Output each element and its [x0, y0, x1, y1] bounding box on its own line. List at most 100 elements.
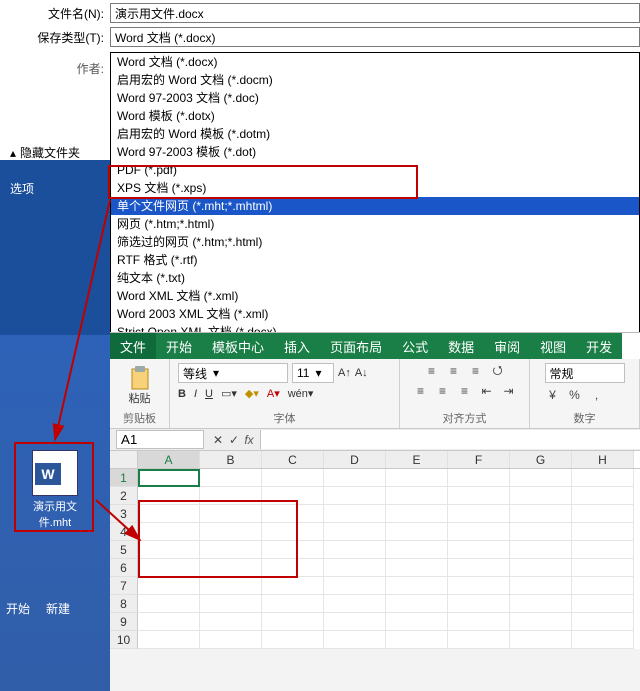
indent-dec-icon[interactable]: ⇤: [479, 383, 495, 399]
cell[interactable]: [448, 541, 510, 559]
filetype-option[interactable]: Word 模板 (*.dotx): [111, 107, 639, 125]
sidebar-item-options[interactable]: 选项: [0, 174, 110, 203]
taskbar-start[interactable]: 开始: [6, 600, 30, 617]
ribbon-tab[interactable]: 数据: [438, 333, 484, 359]
cell[interactable]: [448, 577, 510, 595]
bold-button[interactable]: B: [178, 388, 186, 400]
cell[interactable]: [262, 523, 324, 541]
align-right-icon[interactable]: ≡: [457, 383, 473, 399]
cell[interactable]: [510, 631, 572, 649]
filetype-option[interactable]: 启用宏的 Word 文档 (*.docm): [111, 71, 639, 89]
cell[interactable]: [200, 631, 262, 649]
filename-input[interactable]: [110, 3, 640, 23]
cell[interactable]: [572, 559, 634, 577]
cell[interactable]: [386, 631, 448, 649]
confirm-icon[interactable]: ✓: [226, 432, 242, 448]
row-header[interactable]: 5: [110, 541, 138, 559]
column-header[interactable]: E: [386, 451, 448, 468]
cell[interactable]: [324, 613, 386, 631]
cell[interactable]: [200, 541, 262, 559]
font-color-button[interactable]: A▾: [267, 387, 280, 400]
cell[interactable]: [200, 505, 262, 523]
cell[interactable]: [510, 505, 572, 523]
filetype-option[interactable]: PDF (*.pdf): [111, 161, 639, 179]
row-header[interactable]: 9: [110, 613, 138, 631]
cell[interactable]: [200, 559, 262, 577]
column-header[interactable]: H: [572, 451, 634, 468]
cell[interactable]: [262, 541, 324, 559]
cell[interactable]: [138, 613, 200, 631]
ribbon-tab[interactable]: 文件: [110, 333, 156, 359]
taskbar-new[interactable]: 新建: [46, 600, 70, 617]
cell[interactable]: [138, 487, 200, 505]
cell[interactable]: [138, 577, 200, 595]
ribbon-tab[interactable]: 视图: [530, 333, 576, 359]
column-header[interactable]: G: [510, 451, 572, 468]
cell[interactable]: [138, 469, 200, 487]
cell[interactable]: [200, 469, 262, 487]
cell[interactable]: [386, 469, 448, 487]
cell[interactable]: [448, 487, 510, 505]
filetype-combo[interactable]: Word 文档 (*.docx): [110, 27, 640, 47]
cell[interactable]: [324, 469, 386, 487]
cell[interactable]: [386, 559, 448, 577]
row-header[interactable]: 2: [110, 487, 138, 505]
cell[interactable]: [386, 487, 448, 505]
cell[interactable]: [138, 631, 200, 649]
cell[interactable]: [572, 595, 634, 613]
column-header[interactable]: B: [200, 451, 262, 468]
cell[interactable]: [510, 595, 572, 613]
ribbon-tab[interactable]: 页面布局: [320, 333, 392, 359]
filetype-option[interactable]: 启用宏的 Word 模板 (*.dotm): [111, 125, 639, 143]
currency-icon[interactable]: ¥: [545, 387, 561, 403]
cell[interactable]: [138, 523, 200, 541]
cell[interactable]: [386, 523, 448, 541]
comma-icon[interactable]: ,: [589, 387, 605, 403]
cell[interactable]: [386, 505, 448, 523]
cell[interactable]: [324, 595, 386, 613]
column-header[interactable]: C: [262, 451, 324, 468]
column-header[interactable]: A: [138, 451, 200, 468]
cell[interactable]: [200, 487, 262, 505]
row-header[interactable]: 7: [110, 577, 138, 595]
cell[interactable]: [200, 595, 262, 613]
row-header[interactable]: 3: [110, 505, 138, 523]
name-box[interactable]: [116, 430, 204, 449]
fx-icon[interactable]: fx: [242, 433, 256, 447]
spreadsheet-grid[interactable]: ABCDEFGH 12345678910: [110, 451, 640, 649]
filetype-option[interactable]: XPS 文档 (*.xps): [111, 179, 639, 197]
cell[interactable]: [324, 523, 386, 541]
phonetic-button[interactable]: wén▾: [288, 387, 314, 400]
cell[interactable]: [572, 613, 634, 631]
filetype-option[interactable]: RTF 格式 (*.rtf): [111, 251, 639, 269]
filetype-option[interactable]: 筛选过的网页 (*.htm;*.html): [111, 233, 639, 251]
cell[interactable]: [572, 577, 634, 595]
row-header[interactable]: 10: [110, 631, 138, 649]
cell[interactable]: [138, 541, 200, 559]
cell[interactable]: [510, 487, 572, 505]
column-header[interactable]: D: [324, 451, 386, 468]
font-size-select[interactable]: 11▾: [292, 363, 334, 383]
cell[interactable]: [572, 523, 634, 541]
align-left-icon[interactable]: ≡: [413, 383, 429, 399]
cell[interactable]: [386, 595, 448, 613]
cell[interactable]: [572, 469, 634, 487]
cell[interactable]: [448, 613, 510, 631]
paste-button[interactable]: 粘贴: [123, 366, 157, 406]
cell[interactable]: [138, 505, 200, 523]
cell[interactable]: [448, 559, 510, 577]
cell[interactable]: [262, 505, 324, 523]
row-header[interactable]: 8: [110, 595, 138, 613]
cell[interactable]: [510, 523, 572, 541]
cell[interactable]: [386, 577, 448, 595]
indent-inc-icon[interactable]: ⇥: [501, 383, 517, 399]
align-middle-icon[interactable]: ≡: [446, 363, 462, 379]
cell[interactable]: [448, 469, 510, 487]
orientation-icon[interactable]: ⭯: [490, 363, 506, 379]
cell[interactable]: [510, 541, 572, 559]
ribbon-tab[interactable]: 插入: [274, 333, 320, 359]
cell[interactable]: [200, 523, 262, 541]
cell[interactable]: [448, 505, 510, 523]
cell[interactable]: [138, 595, 200, 613]
filetype-option[interactable]: 纯文本 (*.txt): [111, 269, 639, 287]
